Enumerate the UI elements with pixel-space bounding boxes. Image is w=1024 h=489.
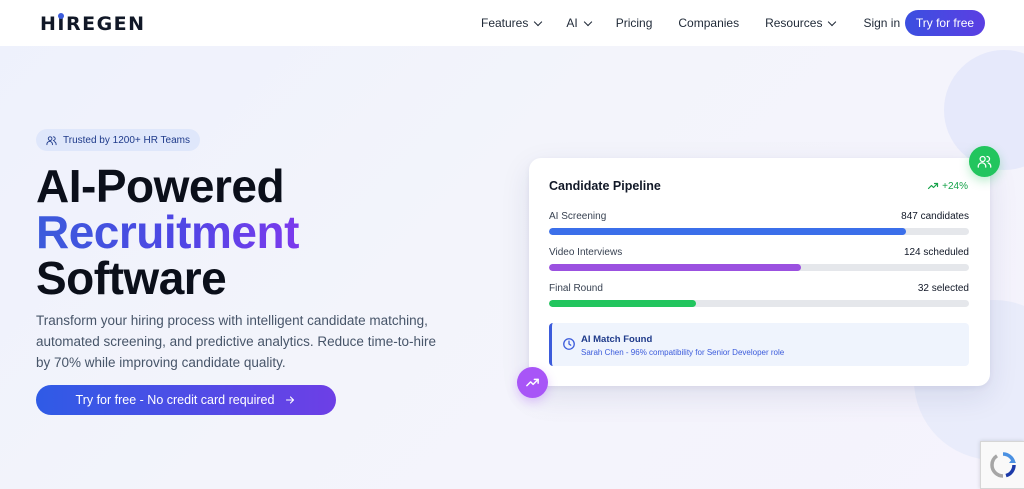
candidate-pipeline-card: Candidate Pipeline +24% AI Screening 847… xyxy=(529,158,990,386)
trending-up-icon xyxy=(526,378,539,387)
floating-users-badge xyxy=(969,146,1000,177)
nav-item-label: Sign in xyxy=(863,16,901,30)
logo-dot xyxy=(58,13,64,19)
brand-logo[interactable]: HIREGEN xyxy=(40,13,146,35)
nav-try-free-button[interactable]: Try for free xyxy=(905,10,985,36)
nav-item-pricing[interactable]: Pricing xyxy=(616,16,653,30)
progress-track-final-round xyxy=(549,300,969,307)
progress-fill xyxy=(549,264,801,271)
pipeline-row-count: 847 candidates xyxy=(901,211,969,222)
chevron-down-icon xyxy=(828,17,837,26)
progress-track-video-interviews xyxy=(549,264,969,271)
nav-item-ai[interactable]: AI xyxy=(566,16,592,30)
users-icon xyxy=(977,155,992,168)
hero-try-free-button[interactable]: Try for free - No credit card required xyxy=(36,385,336,415)
hero-description: Transform your hiring process with intel… xyxy=(36,313,436,370)
alert-title: AI Match Found xyxy=(581,334,653,345)
hero-cta-label: Try for free - No credit card required xyxy=(75,393,275,407)
nav-item-features[interactable]: Features xyxy=(481,16,543,30)
progress-fill xyxy=(549,300,696,307)
trend-indicator: +24% xyxy=(927,180,968,192)
ai-match-alert[interactable]: AI Match Found Sarah Chen - 96% compatib… xyxy=(549,323,969,366)
floating-trend-badge xyxy=(517,367,548,398)
users-icon xyxy=(46,135,57,145)
nav-item-label: Resources xyxy=(765,16,823,30)
pipeline-row-label: Video Interviews xyxy=(549,247,623,258)
hero-title-line-2: Recruitment xyxy=(36,206,299,258)
chevron-down-icon xyxy=(583,17,592,26)
nav-item-label: Features xyxy=(481,16,529,30)
nav-item-label: AI xyxy=(566,16,578,30)
trust-badge-text: Trusted by 1200+ HR Teams xyxy=(63,134,191,146)
progress-track-ai-screening xyxy=(549,228,969,235)
arrow-right-icon xyxy=(286,396,295,404)
logo-text: HIREGEN xyxy=(40,13,146,35)
clock-icon xyxy=(563,338,575,350)
card-title: Candidate Pipeline xyxy=(549,179,661,193)
recaptcha-badge[interactable] xyxy=(980,441,1024,489)
pipeline-row-label: Final Round xyxy=(549,283,603,294)
alert-subtitle: Sarah Chen - 96% compatibility for Senio… xyxy=(581,348,785,357)
pipeline-row-count: 32 selected xyxy=(917,283,969,294)
nav-item-sign-in[interactable]: Sign in xyxy=(863,16,900,30)
chevron-down-icon xyxy=(534,17,543,26)
pipeline-row-count: 124 scheduled xyxy=(903,247,969,258)
nav-links: Features AI Pricing Companies Resources … xyxy=(481,0,900,46)
nav-item-label: Companies xyxy=(678,16,740,30)
top-navbar: HIREGEN Features AI Pricing Companies Re… xyxy=(0,0,1024,46)
nav-item-companies[interactable]: Companies xyxy=(678,16,739,30)
nav-item-resources[interactable]: Resources xyxy=(765,16,837,30)
hero-title-line-3: Software xyxy=(36,252,227,304)
trend-value: +24% xyxy=(942,180,968,192)
pipeline-row-label: AI Screening xyxy=(549,211,607,222)
progress-fill xyxy=(549,228,906,235)
hero-title-line-1: AI-Powered xyxy=(36,160,285,212)
nav-item-label: Pricing xyxy=(615,16,653,30)
trending-up-icon xyxy=(928,182,939,190)
recaptcha-icon xyxy=(989,452,1016,478)
trust-badge: Trusted by 1200+ HR Teams xyxy=(36,129,201,151)
